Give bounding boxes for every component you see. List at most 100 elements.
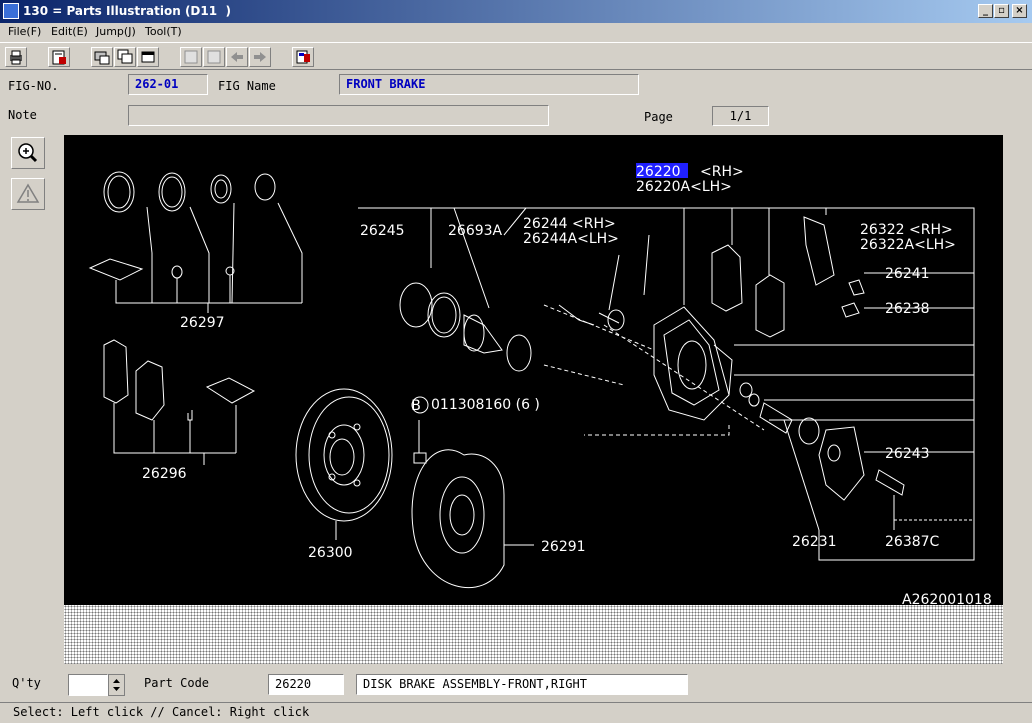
piston-seal[interactable]	[399, 282, 433, 328]
boot-1[interactable]	[210, 174, 232, 204]
page-label: Page	[644, 110, 673, 124]
page-field: 1/1	[712, 106, 769, 126]
label-26220a[interactable]: 26220A<LH>	[636, 179, 732, 195]
toolbar	[0, 42, 1032, 70]
label-26244a[interactable]: 26244A<LH>	[523, 231, 619, 247]
fig-icon	[184, 50, 198, 64]
screen-button-1[interactable]	[91, 47, 113, 67]
warning-icon	[16, 183, 40, 203]
fig-name-label: FIG Name	[218, 79, 276, 93]
label-26296[interactable]: 26296	[142, 466, 187, 482]
monitor-icon	[94, 51, 110, 65]
menu-edit[interactable]: Edit(E)	[51, 25, 88, 38]
forward-button[interactable]	[249, 47, 271, 67]
fig-button-2[interactable]	[203, 47, 225, 67]
status-bar: Select: Left click // Cancel: Right clic…	[0, 702, 1032, 723]
close-button[interactable]: ×	[1012, 4, 1027, 18]
label-26291[interactable]: 26291	[541, 539, 586, 555]
note-label: Note	[8, 108, 37, 122]
menu-bar: File(F) Edit(E) Jump(J) Tool(T)	[0, 23, 1032, 41]
brake-rotor[interactable]	[295, 388, 393, 522]
dust-shield[interactable]	[411, 449, 505, 589]
part-code-field: 26220	[268, 674, 344, 695]
label-26238[interactable]: 26238	[885, 301, 930, 317]
menu-jump[interactable]: Jump(J)	[96, 25, 136, 38]
windows-icon	[117, 49, 133, 64]
exit-button[interactable]	[292, 47, 314, 67]
label-26231[interactable]: 26231	[792, 534, 837, 550]
label-b: B	[411, 398, 421, 414]
part-description-field: DISK BRAKE ASSEMBLY-FRONT,RIGHT	[356, 674, 688, 695]
shim-2[interactable]	[205, 377, 256, 404]
label-26220-rh: <RH>	[700, 164, 744, 180]
parts-illustration[interactable]: 26220 <RH> 26220A<LH> 26245 26693A 26244…	[64, 135, 1003, 608]
o-ring[interactable]	[506, 334, 532, 372]
part-code-label: Part Code	[144, 676, 210, 690]
note-field	[128, 105, 549, 126]
figure-code: A262001018	[902, 592, 992, 605]
brake-pad-2[interactable]	[135, 360, 165, 421]
warning-button[interactable]	[11, 178, 45, 210]
pin-boot[interactable]	[798, 417, 820, 445]
screen-button-3[interactable]	[137, 47, 159, 67]
exploded-diagram: 26220 <RH> 26220A<LH> 26245 26693A 26244…	[88, 163, 992, 608]
label-26693a[interactable]: 26693A	[448, 223, 503, 239]
label-26243[interactable]: 26243	[885, 446, 930, 462]
fig-no-label: FIG-NO.	[8, 79, 59, 93]
label-26297[interactable]: 26297	[180, 315, 225, 331]
bleeder-screw[interactable]	[841, 302, 860, 318]
menu-file[interactable]: File(F)	[8, 25, 41, 38]
hatched-area	[64, 605, 1003, 664]
boot-2[interactable]	[254, 173, 276, 201]
qty-input[interactable]	[68, 674, 108, 696]
caliper-body[interactable]	[653, 306, 730, 421]
pad-right-1[interactable]	[711, 244, 743, 312]
dust-boot[interactable]	[427, 292, 461, 338]
caliper-bracket[interactable]	[818, 426, 865, 501]
qty-spinner[interactable]	[108, 674, 125, 696]
label-26322[interactable]: 26322 <RH>	[860, 222, 953, 238]
label-26300[interactable]: 26300	[308, 545, 353, 561]
label-26241[interactable]: 26241	[885, 266, 930, 282]
label-26245[interactable]: 26245	[360, 223, 405, 239]
anti-squeal-shim[interactable]	[803, 216, 835, 286]
back-button[interactable]	[226, 47, 248, 67]
brake-pad-1[interactable]	[103, 339, 129, 404]
label-011308160[interactable]: 011308160 (6 )	[431, 397, 540, 413]
fig-name-value: FRONT BRAKE	[346, 77, 426, 91]
exit-icon	[296, 50, 310, 64]
fig-icon	[207, 50, 221, 64]
title-bar: 130 = Parts Illustration (D11 ) _ ▫ ×	[0, 0, 1032, 23]
app-icon	[3, 3, 19, 19]
fig-button-1[interactable]	[180, 47, 202, 67]
screen-button-2[interactable]	[114, 47, 136, 67]
qty-label: Q'ty	[12, 676, 41, 690]
window-icon	[141, 51, 155, 63]
pad-right-2[interactable]	[755, 274, 785, 338]
spinner-arrows-icon	[113, 679, 120, 691]
seal-ring-2[interactable]	[158, 172, 186, 212]
menu-tool[interactable]: Tool(T)	[145, 25, 182, 38]
fig-no-field: 262-01	[128, 74, 208, 95]
piston[interactable]	[463, 314, 503, 354]
fig-name-field: FRONT BRAKE	[339, 74, 639, 95]
label-26387c[interactable]: 26387C	[885, 534, 940, 550]
magnifier-icon	[18, 143, 38, 163]
minimize-button[interactable]: _	[978, 4, 993, 18]
bleeder-cap[interactable]	[848, 279, 865, 296]
arrow-right-icon	[254, 52, 266, 62]
status-text: Select: Left click // Cancel: Right clic…	[13, 705, 310, 719]
shim-plate[interactable]	[88, 258, 144, 281]
maximize-button[interactable]: ▫	[994, 4, 1009, 18]
print-button[interactable]	[5, 47, 27, 67]
arrow-left-icon	[231, 52, 243, 62]
fig-no-value: 262-01	[135, 77, 179, 91]
zoom-button[interactable]	[11, 137, 45, 169]
label-26220[interactable]: 26220	[636, 164, 681, 180]
document-icon	[52, 50, 66, 65]
bracket-bolt[interactable]	[875, 469, 905, 496]
window-title: 130 = Parts Illustration (D11 )	[23, 4, 231, 18]
list-button[interactable]	[48, 47, 70, 67]
label-26322a[interactable]: 26322A<LH>	[860, 237, 956, 253]
label-26244[interactable]: 26244 <RH>	[523, 216, 616, 232]
